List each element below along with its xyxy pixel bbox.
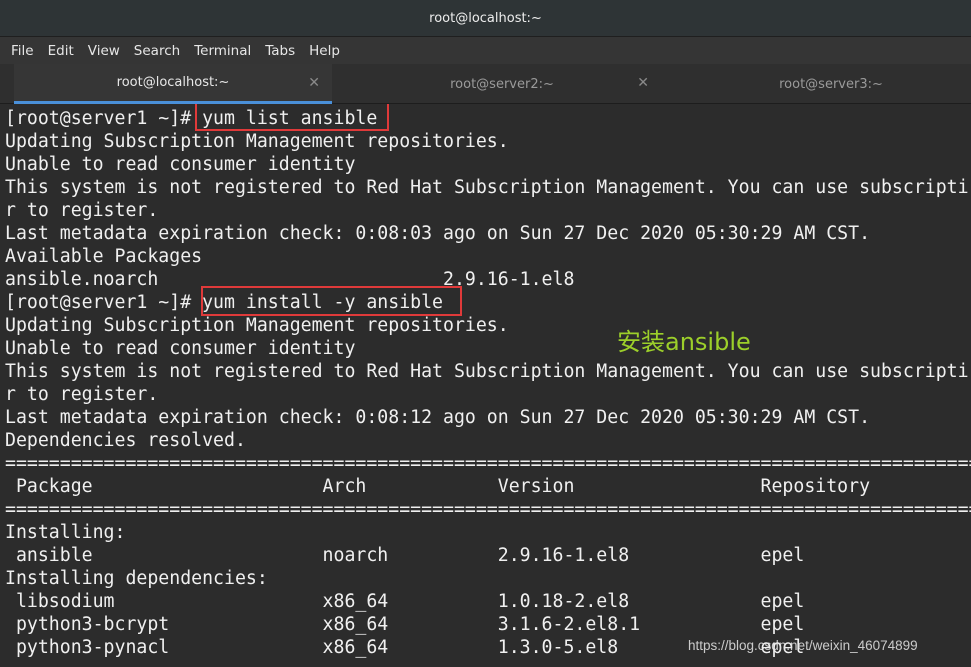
terminal-line: Unable to read consumer identity — [5, 154, 356, 175]
menu-search[interactable]: Search — [127, 43, 187, 59]
tab-server3[interactable]: root@server3:~ — [672, 64, 971, 104]
terminal-table-header: Package Arch Version Repository — [5, 476, 871, 497]
tab-localhost[interactable]: root@localhost:~ ✕ — [14, 64, 332, 104]
terminal-line: This system is not registered to Red Hat… — [5, 361, 969, 382]
command-highlight-box — [195, 104, 389, 131]
tab-server2[interactable]: root@server2:~ ✕ — [343, 64, 661, 104]
terminal-line: This system is not registered to Red Hat… — [5, 177, 969, 198]
menu-view[interactable]: View — [81, 43, 127, 59]
menu-terminal[interactable]: Terminal — [187, 43, 258, 59]
tab-label: root@localhost:~ — [116, 75, 230, 90]
menu-file[interactable]: File — [4, 43, 41, 59]
terminal-line: Unable to read consumer identity — [5, 338, 356, 359]
menu-help[interactable]: Help — [302, 43, 347, 59]
menu-edit[interactable]: Edit — [41, 43, 81, 59]
terminal-line: r to register. — [5, 384, 159, 405]
annotation-label: 安装ansible — [617, 328, 751, 356]
command-highlight-box — [201, 286, 462, 316]
close-icon[interactable]: ✕ — [637, 76, 649, 90]
window-titlebar: root@localhost:~ — [0, 0, 971, 37]
menu-tabs[interactable]: Tabs — [258, 43, 302, 59]
terminal-line: Updating Subscription Management reposit… — [5, 131, 509, 152]
terminal-line: Last metadata expiration check: 0:08:03 … — [5, 223, 871, 244]
terminal-line: python3-pynacl x86_64 1.3.0-5.el8 epel — [5, 637, 805, 658]
terminal-line: Updating Subscription Management reposit… — [5, 315, 509, 336]
terminal-line: ansible noarch 2.9.16-1.el8 epel — [5, 545, 805, 566]
watermark: https://blog.csdn.net/weixin_46074899 — [688, 638, 918, 653]
terminal-line: r to register. — [5, 200, 159, 221]
terminal-line: Installing dependencies: — [5, 568, 268, 589]
tab-label: root@server2:~ — [450, 76, 554, 92]
terminal-line: Last metadata expiration check: 0:08:12 … — [5, 407, 871, 428]
terminal-line: Available Packages — [5, 246, 203, 267]
terminal-separator: ========================================… — [5, 453, 971, 474]
terminal-output[interactable]: [root@server1 ~]# yum list ansible Updat… — [0, 104, 971, 667]
tab-label: root@server3:~ — [779, 76, 883, 92]
terminal-separator: ========================================… — [5, 499, 971, 520]
terminal-line: Dependencies resolved. — [5, 430, 246, 451]
terminal-line: libsodium x86_64 1.0.18-2.el8 epel — [5, 591, 805, 612]
menu-bar: File Edit View Search Terminal Tabs Help — [0, 37, 971, 64]
terminal-line: Installing: — [5, 522, 126, 543]
terminal-line: python3-bcrypt x86_64 3.1.6-2.el8.1 epel — [5, 614, 805, 635]
close-icon[interactable]: ✕ — [308, 76, 320, 90]
tab-bar: root@localhost:~ ✕ root@server2:~ ✕ root… — [0, 64, 971, 104]
window-title: root@localhost:~ — [429, 10, 542, 26]
